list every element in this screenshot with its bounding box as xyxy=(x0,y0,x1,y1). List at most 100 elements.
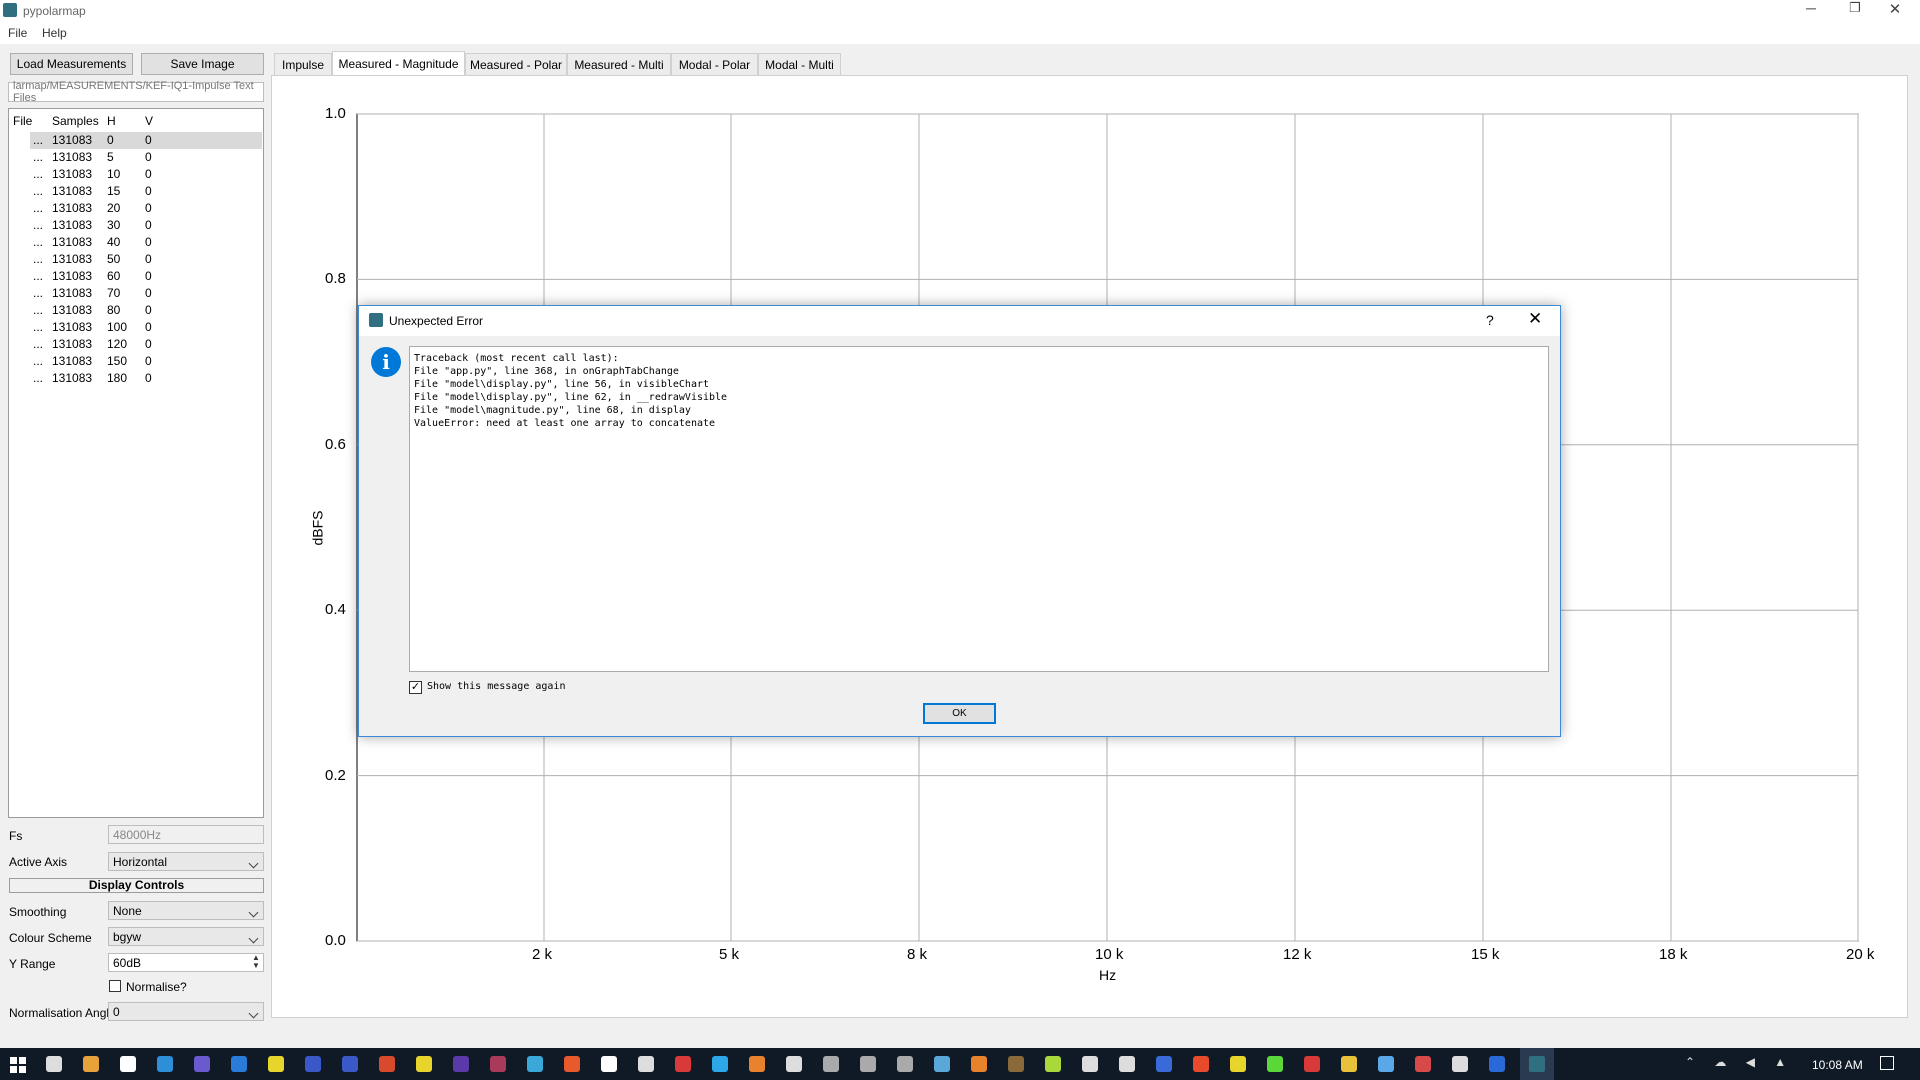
taskbar-app-icon[interactable] xyxy=(749,1056,765,1072)
save-image-button[interactable]: Save Image xyxy=(141,53,264,75)
dialog-help-button[interactable]: ? xyxy=(1486,312,1494,328)
taskbar-app-icon[interactable] xyxy=(934,1056,950,1072)
taskbar-app-icon[interactable] xyxy=(1045,1056,1061,1072)
table-row[interactable]: ... 131083 20 0 xyxy=(30,200,262,217)
taskbar-app-icon[interactable] xyxy=(490,1056,506,1072)
normalisation-angle-select[interactable]: 0 xyxy=(108,1002,264,1021)
close-window-button[interactable]: ✕ xyxy=(1880,0,1910,22)
col-header-v[interactable]: V xyxy=(145,114,153,128)
taskbar-app-icon[interactable] xyxy=(1082,1056,1098,1072)
taskbar-app-icon[interactable] xyxy=(638,1056,654,1072)
taskbar-app-icon[interactable] xyxy=(1452,1056,1468,1072)
restore-button[interactable]: ❐ xyxy=(1840,0,1870,22)
normalise-checkbox[interactable] xyxy=(109,980,121,992)
row-samples: 131083 xyxy=(52,286,93,300)
taskbar-app-icon[interactable] xyxy=(416,1056,432,1072)
minimize-button[interactable]: ─ xyxy=(1796,0,1826,22)
x-tick-label: 20 k xyxy=(1846,946,1875,963)
y-tick-label: 0.4 xyxy=(325,601,346,619)
taskbar-app-icon[interactable] xyxy=(342,1056,358,1072)
tab-modal-multi[interactable]: Modal - Multi xyxy=(758,53,841,76)
fs-spinbox[interactable]: 48000Hz xyxy=(108,825,264,844)
tray-icons[interactable]: ⌃ ☁ ◀ ▲ xyxy=(1685,1055,1794,1069)
tab-measured-multi[interactable]: Measured - Multi xyxy=(567,53,671,76)
taskbar-app-icon[interactable] xyxy=(305,1056,321,1072)
menu-help[interactable]: Help xyxy=(42,26,67,40)
notification-icon[interactable] xyxy=(1880,1056,1894,1070)
tab-modal-polar[interactable]: Modal - Polar xyxy=(671,53,758,76)
taskbar-app-icon[interactable] xyxy=(712,1056,728,1072)
taskbar-app-icon[interactable] xyxy=(1119,1056,1135,1072)
taskbar-app-icon[interactable] xyxy=(120,1056,136,1072)
taskbar-app-icon[interactable] xyxy=(823,1056,839,1072)
col-header-file[interactable]: File xyxy=(13,114,32,128)
taskbar-app-icon[interactable] xyxy=(157,1056,173,1072)
tab-impulse[interactable]: Impulse xyxy=(274,53,332,76)
taskbar-app-icon[interactable] xyxy=(786,1056,802,1072)
dialog-close-button[interactable]: ✕ xyxy=(1528,309,1542,329)
taskbar-app-icon[interactable] xyxy=(527,1056,543,1072)
tab-measured-polar[interactable]: Measured - Polar xyxy=(465,53,567,76)
pypolarmap-taskbar-icon[interactable] xyxy=(1529,1056,1545,1072)
taskbar-app-icon[interactable] xyxy=(1267,1056,1283,1072)
taskbar-app-icon[interactable] xyxy=(564,1056,580,1072)
load-measurements-button[interactable]: Load Measurements xyxy=(10,53,133,75)
table-row[interactable]: ... 131083 0 0 xyxy=(30,132,262,149)
taskbar-app-icon[interactable] xyxy=(1304,1056,1320,1072)
tab-measured-magnitude[interactable]: Measured - Magnitude xyxy=(332,51,465,76)
colour-scheme-select[interactable]: bgyw xyxy=(108,927,264,946)
row-v: 0 xyxy=(145,201,152,215)
dialog-title-bar[interactable] xyxy=(359,306,1560,336)
table-row[interactable]: ... 131083 70 0 xyxy=(30,285,262,302)
active-axis-select[interactable]: Horizontal xyxy=(108,852,264,871)
taskbar-app-icon[interactable] xyxy=(1378,1056,1394,1072)
table-row[interactable]: ... 131083 30 0 xyxy=(30,217,262,234)
taskbar-app-icon[interactable] xyxy=(83,1056,99,1072)
table-row[interactable]: ... 131083 5 0 xyxy=(30,149,262,166)
taskbar-app-icon[interactable] xyxy=(971,1056,987,1072)
col-header-samples[interactable]: Samples xyxy=(52,114,99,128)
table-row[interactable]: ... 131083 100 0 xyxy=(30,319,262,336)
taskbar-app-icon[interactable] xyxy=(268,1056,284,1072)
table-row[interactable]: ... 131083 60 0 xyxy=(30,268,262,285)
taskbar-app-icon[interactable] xyxy=(231,1056,247,1072)
taskbar-app-icon[interactable] xyxy=(1193,1056,1209,1072)
path-field[interactable]: larmap/MEASUREMENTS/KEF-IQ1-Impulse Text… xyxy=(8,80,264,104)
row-samples: 131083 xyxy=(52,133,93,147)
taskbar-app-icon[interactable] xyxy=(1156,1056,1172,1072)
table-row[interactable]: ... 131083 80 0 xyxy=(30,302,262,319)
start-button[interactable] xyxy=(10,1057,26,1073)
table-row[interactable]: ... 131083 40 0 xyxy=(30,234,262,251)
x-tick-label: 18 k xyxy=(1659,946,1688,963)
taskbar-app-icon[interactable] xyxy=(897,1056,913,1072)
col-header-h[interactable]: H xyxy=(107,114,116,128)
smoothing-select[interactable]: None xyxy=(108,901,264,920)
y-range-spinbox[interactable]: 60dB xyxy=(108,953,264,972)
taskbar-app-icon[interactable] xyxy=(194,1056,210,1072)
dialog-ok-button[interactable]: OK xyxy=(923,703,996,724)
row-samples: 131083 xyxy=(52,303,93,317)
taskbar-app-icon[interactable] xyxy=(1489,1056,1505,1072)
table-row[interactable]: ... 131083 120 0 xyxy=(30,336,262,353)
taskbar-app-icon[interactable] xyxy=(379,1056,395,1072)
title-bar xyxy=(0,0,1920,22)
table-row[interactable]: ... 131083 50 0 xyxy=(30,251,262,268)
show-again-checkbox[interactable]: ✓ xyxy=(409,681,422,694)
table-row[interactable]: ... 131083 150 0 xyxy=(30,353,262,370)
taskbar-app-icon[interactable] xyxy=(601,1056,617,1072)
row-v: 0 xyxy=(145,133,152,147)
taskbar-app-icon[interactable] xyxy=(675,1056,691,1072)
taskbar-app-icon[interactable] xyxy=(1341,1056,1357,1072)
taskbar-app-icon[interactable] xyxy=(1008,1056,1024,1072)
table-row[interactable]: ... 131083 15 0 xyxy=(30,183,262,200)
table-row[interactable]: ... 131083 180 0 xyxy=(30,370,262,387)
menu-file[interactable]: File xyxy=(8,26,27,40)
taskbar-app-icon[interactable] xyxy=(1415,1056,1431,1072)
table-row[interactable]: ... 131083 10 0 xyxy=(30,166,262,183)
taskbar-app-icon[interactable] xyxy=(46,1056,62,1072)
taskbar-clock[interactable]: 10:08 AM xyxy=(1812,1058,1863,1072)
taskbar-app-icon[interactable] xyxy=(1230,1056,1246,1072)
y-range-stepper-icon[interactable]: ▲ ▼ xyxy=(249,954,263,971)
taskbar-app-icon[interactable] xyxy=(453,1056,469,1072)
taskbar-app-icon[interactable] xyxy=(860,1056,876,1072)
